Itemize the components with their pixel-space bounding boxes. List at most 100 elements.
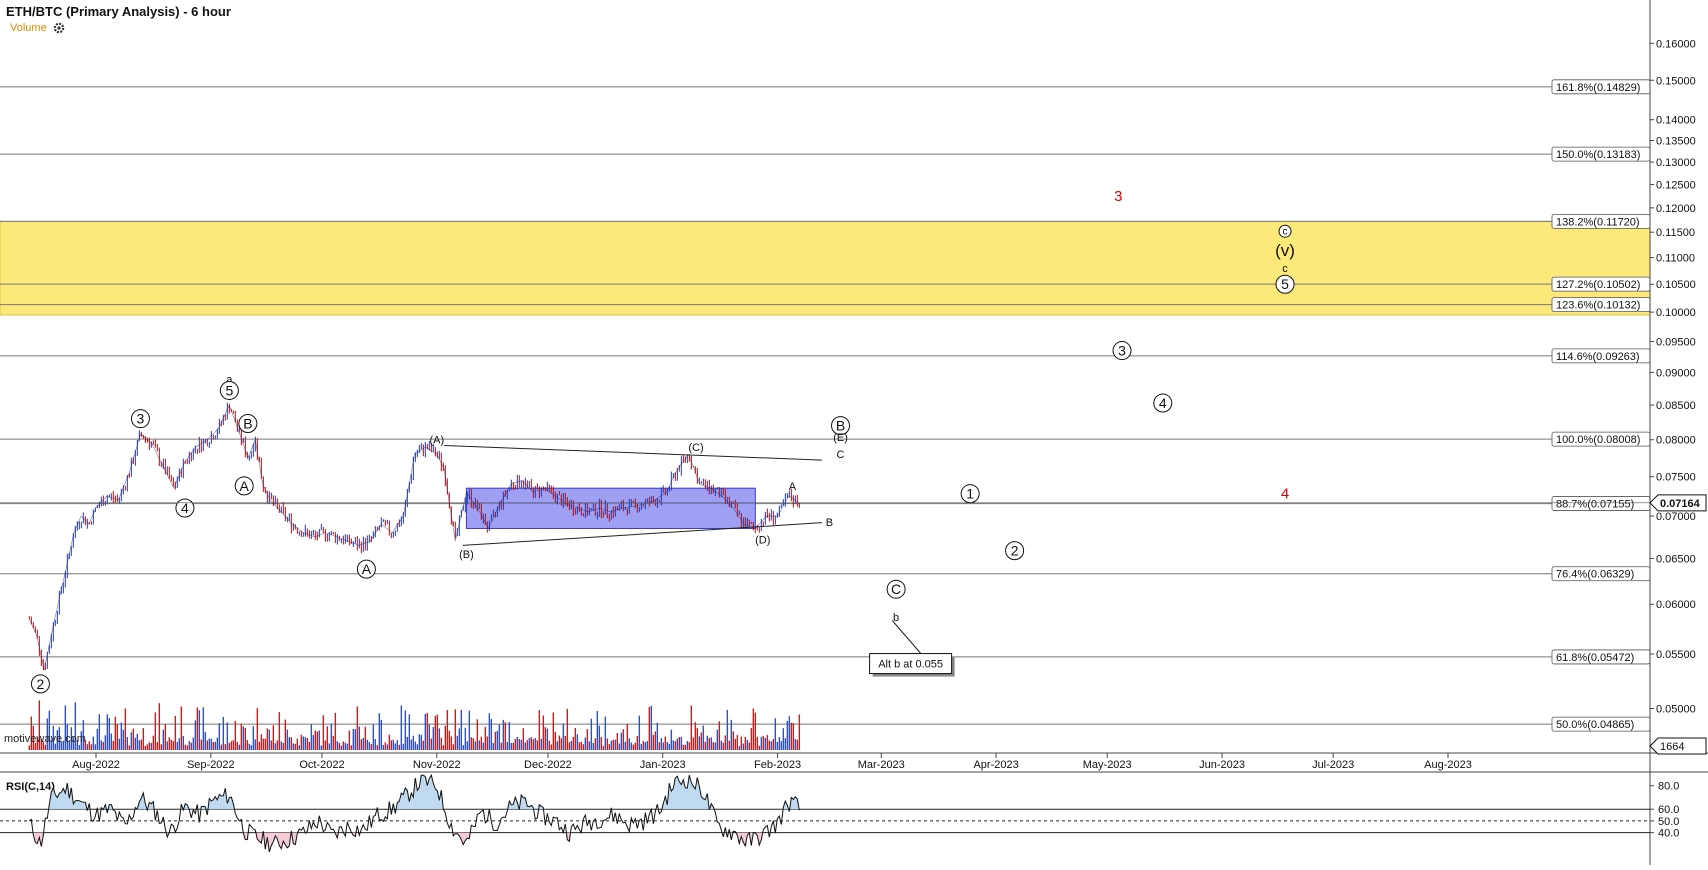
y-tick-label: 0.10500: [1656, 279, 1696, 291]
fib-label-text: 114.6%(0.09263): [1556, 351, 1640, 363]
y-tick-label: 0.09500: [1656, 336, 1696, 348]
volume-bar: [282, 743, 285, 750]
wave-label: 4: [1281, 486, 1289, 503]
volume-bar: [640, 743, 643, 750]
volume-bar: [612, 739, 615, 750]
volume-bar: [742, 743, 745, 750]
fib-label-text: 161.8%(0.14829): [1556, 82, 1640, 94]
volume-bar: [554, 731, 557, 750]
volume-bar: [218, 723, 221, 750]
wave-label: c: [1282, 263, 1288, 275]
volume-bar: [324, 740, 327, 750]
volume-bar: [272, 725, 275, 750]
volume-bar: [476, 719, 479, 750]
volume-bar: [770, 741, 773, 750]
volume-bar: [214, 741, 217, 750]
x-tick-label: Mar-2023: [858, 759, 905, 771]
volume-bar: [208, 738, 211, 750]
volume-bar: [788, 716, 791, 750]
volume-bar: [772, 739, 775, 750]
wave-label-text: 4: [181, 500, 189, 516]
volume-bar: [186, 745, 189, 750]
volume-bar: [44, 744, 47, 750]
volume-bar: [116, 724, 119, 750]
fib-level-label: 161.8%(0.14829): [1551, 79, 1651, 95]
volume-bar: [620, 732, 623, 750]
volume-bar: [446, 710, 449, 750]
price-chart[interactable]: 161.8%(0.14829) 150.0%(0.13183) 138.2%(0.1…: [0, 0, 1708, 865]
volume-bar: [606, 738, 609, 750]
volume-bar: [644, 742, 647, 750]
volume-bar: [664, 736, 667, 750]
volume-bar: [464, 727, 467, 750]
volume-bar: [706, 735, 709, 750]
volume-bar: [168, 737, 171, 750]
volume-bar: [424, 714, 427, 750]
gear-icon[interactable]: [53, 22, 65, 34]
wave-label: B: [826, 517, 833, 529]
wave-label: (E): [833, 432, 848, 444]
volume-bar: [248, 743, 251, 750]
volume-bar: [114, 716, 117, 750]
fib-label-text: 76.4%(0.06329): [1556, 569, 1634, 581]
volume-bar: [710, 737, 713, 750]
volume-bar: [246, 740, 249, 750]
volume-bar: [572, 737, 575, 750]
volume-bar: [322, 715, 325, 750]
volume-bar: [98, 714, 101, 750]
volume-bar: [140, 739, 143, 750]
y-tick-label: 0.05500: [1656, 649, 1696, 661]
volume-bar: [534, 738, 537, 750]
volume-bar: [210, 738, 213, 750]
volume-bar: [416, 744, 419, 750]
volume-bar: [362, 737, 365, 750]
volume-bar: [556, 741, 559, 750]
volume-bar: [104, 735, 107, 750]
y-tick-label: 0.16000: [1656, 38, 1696, 50]
volume-bar: [88, 741, 91, 750]
volume-bar: [368, 741, 371, 750]
wave-label-text: (C): [688, 442, 703, 454]
volume-bar: [590, 718, 593, 750]
volume-bar: [452, 744, 455, 750]
volume-bar: [702, 725, 705, 750]
volume-bar: [602, 745, 605, 750]
volume-bar: [508, 722, 511, 750]
volume-bar: [470, 737, 473, 750]
volume-bar: [160, 744, 163, 750]
wave-label: A: [356, 559, 376, 579]
volume-bar: [190, 742, 193, 750]
volume-bar: [372, 724, 375, 750]
volume-label: Volume: [10, 22, 47, 34]
volume-bar: [728, 740, 731, 750]
volume-bar: [634, 742, 637, 750]
volume-bar: [238, 744, 241, 750]
volume-bar: [188, 741, 191, 750]
volume-bar: [720, 740, 723, 750]
volume-bar: [300, 734, 303, 750]
volume-bar: [584, 737, 587, 750]
consolidation-box: [465, 487, 756, 529]
volume-bar: [216, 737, 219, 750]
volume-bar: [790, 722, 793, 750]
volume-bar: [672, 740, 675, 750]
volume-bar: [458, 728, 461, 750]
target-zone: [0, 220, 1651, 316]
chart-area[interactable]: 161.8%(0.14829) 150.0%(0.13183) 138.2%(0.1…: [0, 0, 1708, 865]
rsi-tick-label: 50.0: [1658, 816, 1679, 828]
volume-bar: [668, 743, 671, 750]
volume-bar: [540, 738, 543, 750]
wave-label-text: B: [243, 416, 252, 432]
volume-bar: [28, 745, 31, 750]
volume-bar: [176, 742, 179, 750]
volume-bar: [236, 741, 239, 750]
volume-bar: [478, 740, 481, 750]
volume-bar: [774, 718, 777, 750]
volume-bar: [344, 742, 347, 750]
volume-bar: [192, 737, 195, 750]
volume-bar: [332, 735, 335, 750]
volume-bar: [100, 740, 103, 750]
volume-bar: [714, 742, 717, 750]
y-tick-label: 0.11000: [1656, 253, 1695, 265]
volume-bar: [684, 744, 687, 750]
